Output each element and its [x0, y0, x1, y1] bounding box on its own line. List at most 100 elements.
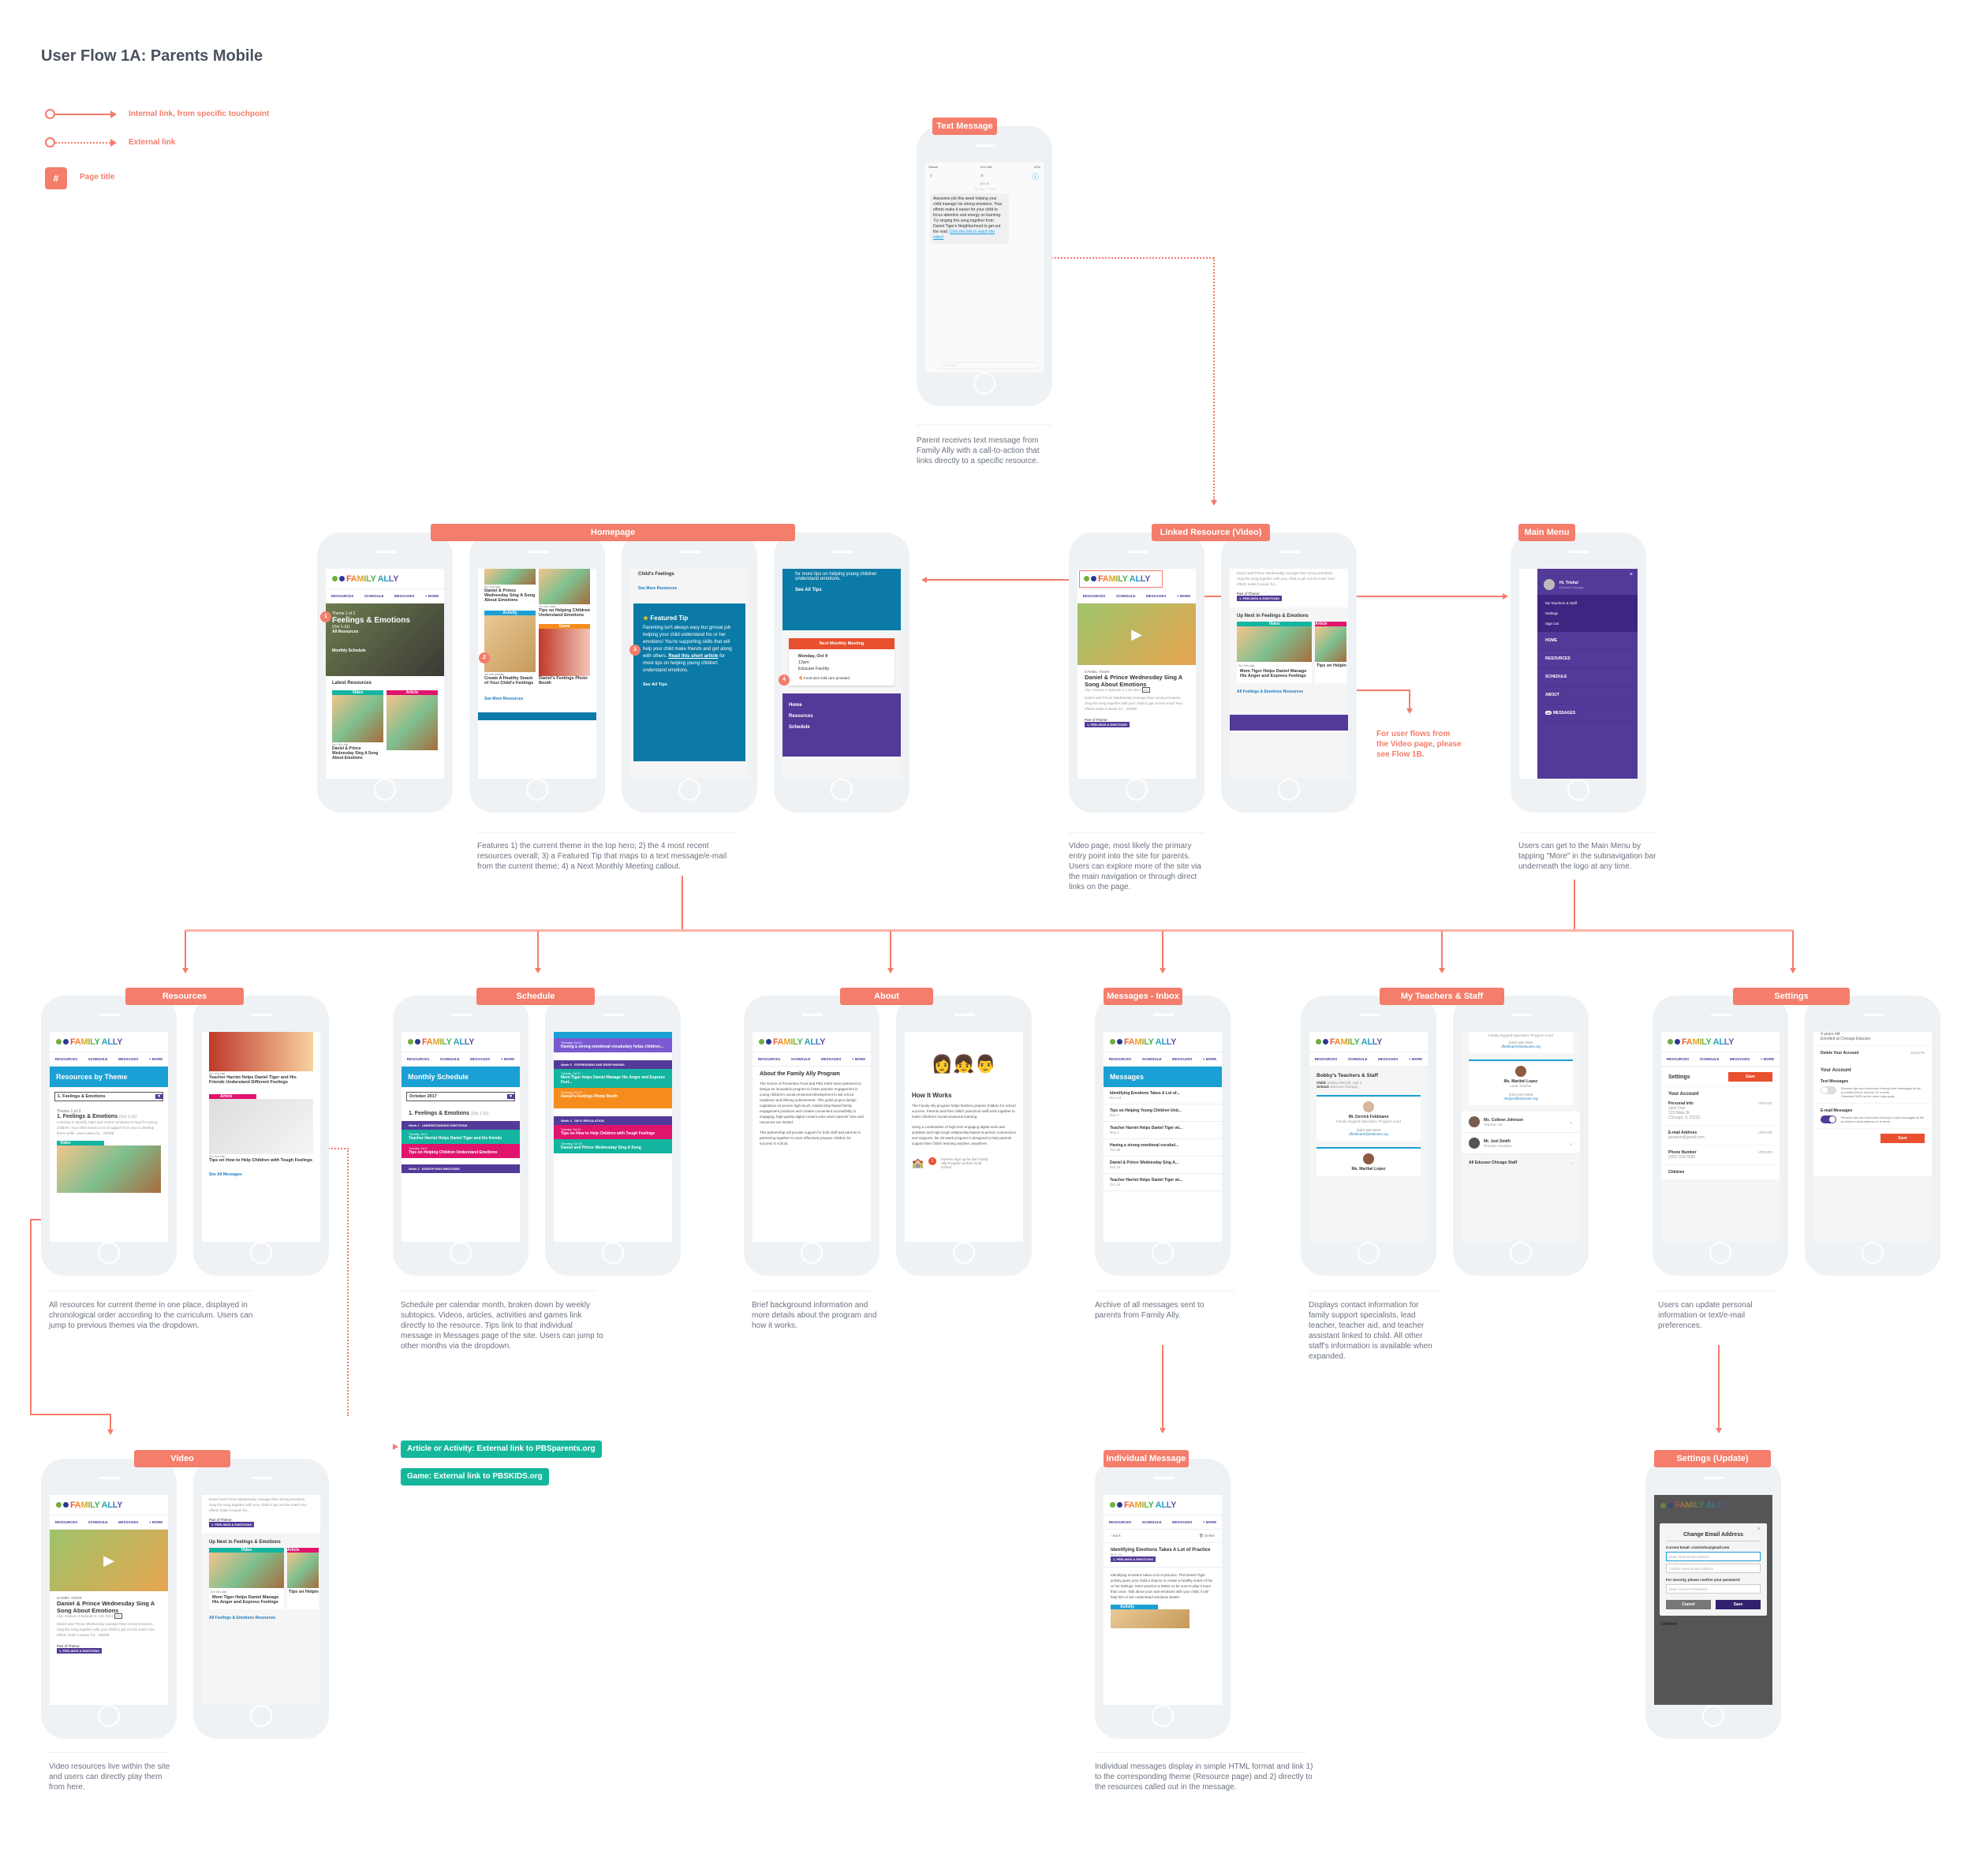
nav-more[interactable]: + MORE	[1203, 1057, 1216, 1061]
nav-messages[interactable]: MESSAGES	[118, 1520, 139, 1524]
footer-resources[interactable]: Resources	[789, 711, 894, 722]
family-ally-logo[interactable]: FAMILY ALLY	[1661, 1032, 1780, 1052]
nav-schedule[interactable]: SCHEDULE	[88, 1057, 108, 1061]
nav-messages[interactable]: MESSAGES	[1730, 1057, 1750, 1061]
email-messages-toggle[interactable]	[1821, 1116, 1836, 1123]
theme-dropdown[interactable]: 1. Feelings & Emotions ▾	[54, 1092, 163, 1101]
hero-schedule-link[interactable]: Monthly Schedule	[332, 648, 438, 653]
theme-hero[interactable]: Theme 1 of 2 Feelings & Emotions (Oct 1-…	[326, 604, 444, 676]
family-ally-logo[interactable]: FAMILY ALLY	[401, 1032, 520, 1052]
see-all-link[interactable]: See All Messages	[209, 1172, 313, 1177]
card-title[interactable]: Create A Healthy Snack of Your Child's F…	[484, 676, 536, 686]
theme-tag[interactable]: 1. FEELINGS & EMOTIONS	[1111, 1556, 1156, 1562]
save-button[interactable]: Save	[1716, 1600, 1761, 1609]
nav-resources[interactable]: RESOURCES	[55, 1520, 78, 1524]
theme-tag[interactable]: 1. FEELINGS & EMOTIONS	[1237, 596, 1282, 601]
family-ally-logo[interactable]: FAMILY ALLY	[753, 1032, 871, 1052]
nav-more[interactable]: + MORE	[501, 1057, 514, 1061]
resource-card[interactable]: Video 2m 31s clip Daniel & Prince Wednesda…	[332, 690, 383, 760]
schedule-entry[interactable]: Thursday, Oct 26 Daniel and Prince Wednes…	[554, 1139, 672, 1153]
close-icon[interactable]: ×	[1537, 569, 1638, 577]
theme-tag[interactable]: 1. FEELINGS & EMOTIONS	[1085, 722, 1130, 727]
video-more-link[interactable]: MORE	[99, 1633, 110, 1637]
nav-schedule[interactable]: SCHEDULE	[88, 1520, 108, 1524]
message-item[interactable]: Daniel & Prince Wednesday Sing A... Oct 2…	[1104, 1157, 1222, 1174]
all-theme-resources-link[interactable]: All Feelings & Emotions Resources	[202, 1609, 320, 1627]
resource-card[interactable]: Activity	[1111, 1605, 1190, 1628]
nav-schedule[interactable]: SCHEDULE	[1116, 594, 1136, 598]
family-ally-logo[interactable]: FAMILY ALLY	[1104, 1495, 1222, 1515]
nav-resources[interactable]: RESOURCES	[1667, 1057, 1690, 1061]
resource-card[interactable]: ArticleTips on Helping Children Understa…	[1315, 622, 1346, 683]
schedule-entry[interactable]: Thursday, Oct 12 Having a strong emotiona…	[554, 1038, 672, 1052]
resource-card[interactable]: ArticleTips on Helping Children Understa…	[287, 1548, 319, 1609]
nav-resources[interactable]: RESOURCES	[55, 1057, 78, 1061]
update-phone-button[interactable]: UPDATE	[1758, 1150, 1772, 1155]
card-title[interactable]: Tips on How to Help Children with Tough …	[209, 1158, 313, 1163]
menu-messages[interactable]: 20 MESSAGES	[1537, 704, 1638, 723]
video-player[interactable]: ▶	[1078, 604, 1196, 665]
see-all-tips-link[interactable]: See All Tips	[643, 682, 736, 687]
month-dropdown[interactable]: October 2017 ▾	[406, 1092, 515, 1101]
all-theme-resources-link[interactable]: All Feelings & Emotions Resources	[1230, 683, 1348, 701]
nav-schedule[interactable]: SCHEDULE	[1700, 1057, 1720, 1061]
nav-messages[interactable]: MESSAGES	[821, 1057, 842, 1061]
sms-message-input[interactable]: Message	[939, 362, 1039, 369]
save-button[interactable]: Save	[1728, 1072, 1772, 1082]
nav-messages[interactable]: MESSAGES	[118, 1057, 139, 1061]
resource-article-card[interactable]	[209, 1099, 313, 1154]
new-email-input[interactable]: Enter New Email Address	[1666, 1552, 1761, 1561]
schedule-entry[interactable]: Tuesday, Oct 5 Tips on Helping Children U…	[401, 1144, 520, 1158]
schedule-entry[interactable]: Tuesday, Oct 3 Teacher Harriet Helps Dani…	[401, 1130, 520, 1144]
theme-more-link[interactable]: MORE	[103, 1131, 114, 1135]
update-email-button[interactable]: UPDATE	[1758, 1130, 1772, 1135]
nav-more[interactable]: + MORE	[149, 1057, 162, 1061]
nav-messages[interactable]: MESSAGES	[394, 594, 415, 598]
menu-resources[interactable]: RESOURCES	[1537, 650, 1638, 668]
all-staff-row[interactable]: All Educare Chicago Staff ⌄	[1462, 1154, 1580, 1172]
family-ally-logo[interactable]: FAMILY ALLY	[50, 1495, 168, 1515]
nav-more[interactable]: + MORE	[1177, 594, 1190, 598]
nav-messages[interactable]: MESSAGES	[1146, 594, 1167, 598]
nav-more[interactable]: + MORE	[425, 594, 439, 598]
message-item[interactable]: Tips on Helping Young Children Und... Nov…	[1104, 1104, 1222, 1122]
confirm-email-input[interactable]: Confirm New Email Address	[1666, 1564, 1761, 1573]
nav-schedule[interactable]: SCHEDULE	[1142, 1057, 1162, 1061]
nav-messages[interactable]: MESSAGES	[1378, 1057, 1399, 1061]
delete-account-button[interactable]: DELETE	[1910, 1051, 1925, 1056]
resource-card[interactable]: Video 2m 31s clip Mom Tiger Helps Daniel M…	[209, 1548, 284, 1609]
nav-resources[interactable]: RESOURCES	[407, 1057, 430, 1061]
nav-schedule[interactable]: SCHEDULE	[1348, 1057, 1368, 1061]
nav-schedule[interactable]: SCHEDULE	[364, 594, 384, 598]
menu-home[interactable]: HOME	[1537, 632, 1638, 650]
nav-resources[interactable]: RESOURCES	[1315, 1057, 1338, 1061]
nav-messages[interactable]: MESSAGES	[470, 1057, 491, 1061]
nav-more[interactable]: + MORE	[149, 1520, 162, 1524]
theme-tag[interactable]: 1. FEELINGS & EMOTIONS	[209, 1522, 254, 1527]
see-more-resources-link[interactable]: See More Resources	[630, 580, 749, 597]
nav-more[interactable]: + MORE	[1409, 1057, 1422, 1061]
card-title[interactable]: Tips on Helping Children Understand Emot…	[539, 608, 590, 618]
schedule-entry[interactable]: Tuesday, Oct 24 Tips on How to Help Child…	[554, 1125, 672, 1139]
hero-all-resources-link[interactable]: All Resources	[332, 630, 438, 634]
close-icon[interactable]: ×	[1666, 1527, 1761, 1532]
nav-more[interactable]: + MORE	[1203, 1520, 1216, 1524]
card-title[interactable]: Teacher Harriet Helps Daniel Tiger and H…	[209, 1075, 313, 1085]
menu-my-teachers[interactable]: My Teachers & Staff	[1545, 598, 1630, 608]
family-ally-logo[interactable]: FAMILY ALLY	[326, 569, 444, 589]
cc-icon[interactable]: CC	[114, 1613, 123, 1619]
staff-email[interactable]: mlopez@educare.org	[1470, 1097, 1571, 1101]
cc-icon[interactable]: CC	[1141, 687, 1151, 693]
theme-tag[interactable]: 1. FEELINGS & EMOTIONS	[57, 1648, 102, 1654]
menu-settings[interactable]: Settings	[1545, 608, 1630, 618]
nav-resources[interactable]: RESOURCES	[1109, 1520, 1132, 1524]
menu-schedule[interactable]: SCHEDULE	[1537, 668, 1638, 686]
resource-video-card[interactable]	[57, 1145, 161, 1193]
message-item[interactable]: Having a strong emotional vocabul... Oct …	[1104, 1139, 1222, 1157]
family-ally-logo[interactable]: FAMILY ALLY	[1309, 1032, 1428, 1052]
play-icon[interactable]: ▶	[1131, 626, 1142, 643]
card-title[interactable]: Daniel's Feelings Photo Booth	[539, 676, 590, 686]
family-ally-logo[interactable]: FAMILY ALLY	[1078, 569, 1164, 589]
delete-button[interactable]: 🗑 Delete	[1199, 1534, 1215, 1538]
see-more-resources-link[interactable]: See More Resources	[478, 686, 596, 712]
